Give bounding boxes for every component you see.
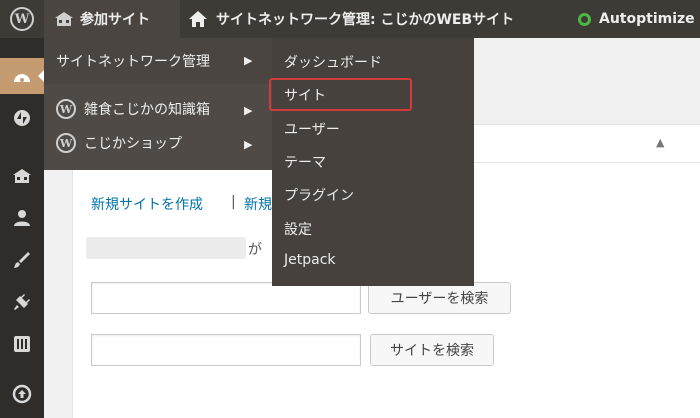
dashboard-icon xyxy=(14,74,30,82)
submenu-item-users[interactable]: ユーザー xyxy=(284,119,340,139)
submenu-arrow-icon: ▶ xyxy=(244,138,253,151)
autoptimize-label: Autoptimize xyxy=(599,11,695,27)
sidebar-item-dashboard[interactable] xyxy=(0,58,44,94)
status-text: が xyxy=(248,242,262,258)
sidebar-item-sites[interactable] xyxy=(0,160,44,192)
my-sites-dropdown: サイトネットワーク管理 ▶ xyxy=(44,38,276,84)
settings-icon xyxy=(14,336,30,352)
jetpack-icon xyxy=(14,110,30,126)
my-sites-label: 参加サイト xyxy=(80,12,150,28)
sidebar-item-themes[interactable] xyxy=(0,244,44,276)
themes-icon xyxy=(14,252,30,268)
wordpress-menu[interactable]: W xyxy=(0,0,44,38)
submenu-item-dashboard[interactable]: ダッシュボード xyxy=(284,52,382,72)
user-search-input[interactable] xyxy=(91,282,361,314)
site-search-input[interactable] xyxy=(91,334,361,366)
sidebar-item-plugins[interactable] xyxy=(0,286,44,318)
redacted-text xyxy=(86,237,246,259)
network-icon xyxy=(55,12,73,26)
network-admin-label: サイトネットワーク管理 xyxy=(56,54,210,70)
site-item[interactable]: W 雑食こじかの知識箱 xyxy=(56,94,210,124)
site-label: 雑食こじかの知識箱 xyxy=(84,102,210,118)
my-sites-menu[interactable]: 参加サイト xyxy=(44,0,180,38)
submenu-item-settings[interactable]: 設定 xyxy=(284,219,312,239)
admin-bar: W 参加サイト サイトネットワーク管理: こじかのWEBサイト Autoptim… xyxy=(0,0,700,38)
home-icon xyxy=(189,11,207,27)
link-separator: | xyxy=(231,194,236,210)
plugins-icon xyxy=(14,294,30,310)
status-ring-icon xyxy=(578,12,591,26)
search-users-button[interactable]: ユーザーを検索 xyxy=(368,282,511,314)
create-site-link[interactable]: 新規サイトを作成 xyxy=(91,194,203,214)
sidebar-item-users[interactable] xyxy=(0,202,44,234)
autoptimize-menu[interactable]: Autoptimize xyxy=(578,0,695,38)
submenu-item-jetpack[interactable]: Jetpack xyxy=(284,252,336,268)
site-label: こじかショップ xyxy=(84,136,182,152)
submenu-item-themes[interactable]: テーマ xyxy=(284,152,326,172)
admin-sidebar xyxy=(0,38,44,418)
submenu-arrow-icon: ▶ xyxy=(244,54,253,67)
network-title: サイトネットワーク管理: こじかのWEBサイト xyxy=(216,12,515,28)
sidebar-item-updraft[interactable] xyxy=(0,378,44,410)
sidebar-item-jetpack[interactable] xyxy=(0,102,44,134)
wordpress-icon: W xyxy=(56,133,76,153)
sites-list: W 雑食こじかの知識箱 ▶ W こじかショップ ▶ xyxy=(44,84,276,170)
wordpress-icon: W xyxy=(10,7,34,31)
search-sites-button[interactable]: サイトを検索 xyxy=(370,334,494,366)
sidebar-item-settings[interactable] xyxy=(0,328,44,360)
wordpress-icon: W xyxy=(56,99,76,119)
network-admin-item[interactable]: サイトネットワーク管理 xyxy=(56,44,210,78)
updraft-icon xyxy=(12,384,32,404)
network-admin-submenu: ダッシュボード サイト ユーザー テーマ プラグイン 設定 Jetpack xyxy=(272,38,474,286)
site-item[interactable]: W こじかショップ xyxy=(56,128,182,158)
submenu-arrow-icon: ▶ xyxy=(244,104,253,117)
highlight-box xyxy=(269,78,412,111)
panel-toggle-icon[interactable]: ▲ xyxy=(656,136,664,149)
sites-icon xyxy=(13,169,31,183)
network-admin-menu[interactable]: サイトネットワーク管理: こじかのWEBサイト xyxy=(188,0,514,38)
submenu-item-plugins[interactable]: プラグイン xyxy=(284,185,354,205)
create-user-link[interactable]: 新規 xyxy=(244,194,272,214)
users-icon xyxy=(14,210,30,226)
